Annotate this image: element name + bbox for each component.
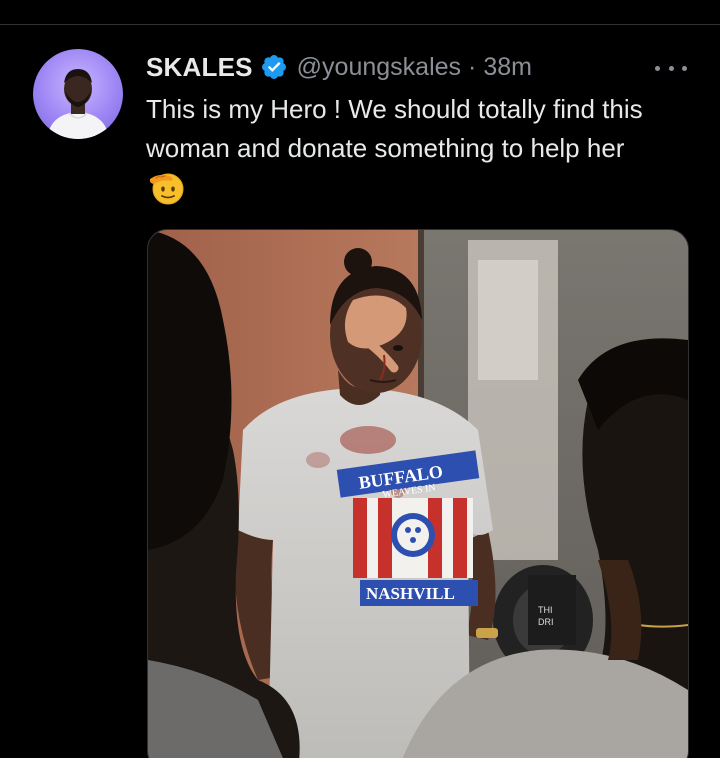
photo-scene: THI DRI BUFFALO WEAVES IN NASHVILL [148, 230, 688, 758]
timestamp[interactable]: 38m [483, 53, 532, 82]
divider [0, 24, 720, 25]
display-name[interactable]: SKALES [146, 52, 253, 83]
shirt-text-bottom: NASHVILL [366, 584, 455, 603]
more-options-icon[interactable] [655, 60, 687, 76]
separator-dot: · [468, 52, 477, 81]
bin-label-2: DRI [538, 617, 554, 627]
avatar-image [47, 69, 109, 139]
saluting-face-icon [146, 168, 186, 206]
verified-badge-icon [260, 53, 288, 81]
tweet-photo[interactable]: THI DRI BUFFALO WEAVES IN NASHVILL [147, 229, 689, 758]
avatar[interactable] [33, 49, 123, 139]
tweet-header: SKALES @youngskales · 38m [146, 50, 532, 84]
user-handle[interactable]: @youngskales [297, 53, 461, 82]
tweet-view: SKALES @youngskales · 38m This is my Her… [0, 0, 720, 758]
tweet-text: This is my Hero ! We should totally find… [146, 94, 643, 163]
bin-label-1: THI [538, 605, 553, 615]
